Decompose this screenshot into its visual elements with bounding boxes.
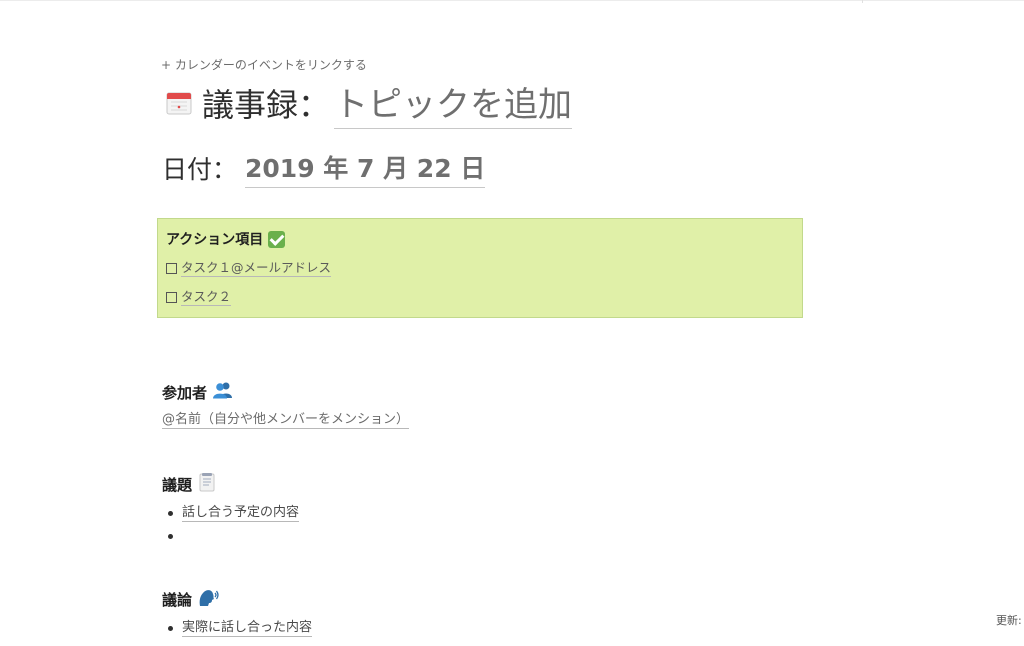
check-mark-button-icon — [268, 230, 286, 248]
bullet-dot — [168, 534, 173, 539]
date-value[interactable]: 2019 年 7 月 22 日 — [245, 149, 486, 188]
list-item-text[interactable]: 話し合う予定の内容 — [182, 505, 300, 522]
todo-label[interactable]: タスク２ — [181, 289, 232, 306]
title-label: 議事録： — [202, 86, 331, 124]
list-item: 実際に話し合った内容 — [168, 617, 313, 640]
date-label: 日付： — [162, 155, 238, 184]
bullet-dot — [168, 511, 173, 516]
list-item — [168, 525, 299, 548]
updated-label: 更新: — [996, 614, 1022, 627]
todo-item: タスク２ — [166, 289, 232, 306]
participants-mention-field[interactable]: @名前（自分や他メンバーをメンション） — [162, 411, 410, 429]
top-border — [0, 0, 1024, 1]
page: + カレンダーのイベントをリンクする 議事録： トピックを追加 日付： 2019… — [0, 0, 1024, 646]
list-item: 話し合う予定の内容 — [168, 502, 300, 525]
list-item-text[interactable]: 実際に話し合った内容 — [182, 620, 313, 637]
speaking-head-icon — [197, 587, 219, 611]
busts-in-silhouette-icon — [212, 381, 234, 403]
agenda-heading-text: 議題 — [162, 475, 193, 494]
agenda-heading: 議題 — [162, 472, 217, 496]
date-row: 日付： 2019 年 7 月 22 日 — [162, 148, 486, 188]
todo-checkbox[interactable] — [166, 263, 177, 274]
link-calendar-event-button[interactable]: + カレンダーのイベントをリンクする — [161, 56, 367, 73]
participants-heading: 参加者 — [162, 381, 234, 403]
todo-item: タスク１@メールアドレス — [166, 260, 332, 277]
page-title: 議事録： トピックを追加 — [166, 77, 573, 129]
calendar-icon[interactable] — [166, 91, 192, 115]
discussion-list: 実際に話し合った内容 — [168, 617, 313, 640]
discussion-heading-text: 議論 — [162, 590, 193, 609]
bullet-dot — [168, 626, 173, 631]
callout-title: アクション項目 — [166, 229, 286, 249]
agenda-list: 話し合う予定の内容 — [168, 502, 300, 548]
action-items-callout: アクション項目 タスク１@メールアドレス タスク２ — [157, 218, 803, 318]
participants-heading-text: 参加者 — [162, 383, 208, 402]
memo-icon — [197, 472, 217, 496]
title-topic-field[interactable]: トピックを追加 — [334, 77, 573, 129]
todo-label[interactable]: タスク１@メールアドレス — [181, 260, 332, 277]
discussion-heading: 議論 — [162, 587, 219, 611]
todo-checkbox[interactable] — [166, 292, 177, 303]
top-tick — [862, 0, 863, 3]
callout-title-text: アクション項目 — [166, 232, 264, 248]
